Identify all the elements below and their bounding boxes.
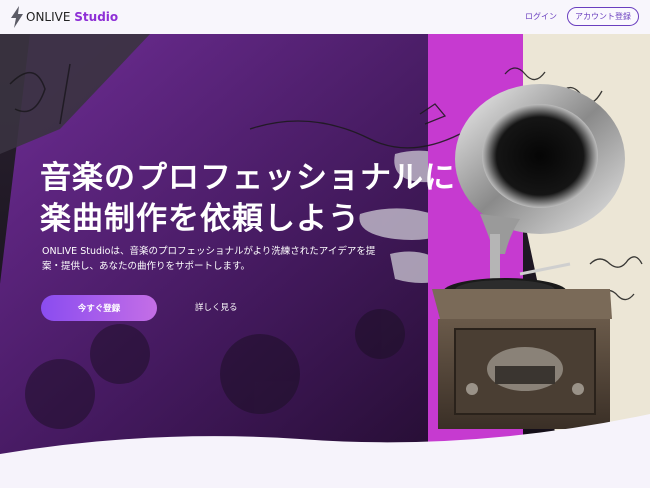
login-link[interactable]: ログイン xyxy=(525,10,557,24)
headline-line-1: 音楽のプロフェッショナルに xyxy=(40,160,456,196)
signup-button[interactable]: アカウント登録 xyxy=(567,7,639,26)
headline-line-2: 楽曲制作を依頼しよう xyxy=(40,201,360,237)
learn-more-link[interactable]: 詳しく見る xyxy=(195,301,238,315)
lightning-bolt-icon xyxy=(11,6,23,28)
register-now-button[interactable]: 今すぐ登録 xyxy=(41,295,157,321)
logo-prefix: ONLIVE xyxy=(26,10,71,24)
hero-headline: 音楽のプロフェッショナルに 楽曲制作を依頼しよう xyxy=(40,158,456,240)
logo-text: ONLIVE Studio xyxy=(26,6,118,28)
lead-line-1: ONLIVE Studioは、音楽のプロフェッショナルがより洗練されたアイデアを… xyxy=(42,246,376,257)
logo-suffix: Studio xyxy=(74,10,119,24)
logo[interactable]: ONLIVE Studio xyxy=(10,6,118,28)
hero-section: 音楽のプロフェッショナルに 楽曲制作を依頼しよう ONLIVE Studioは、… xyxy=(0,34,650,488)
lead-line-2: 案・提供し、あなたの曲作りをサポートします。 xyxy=(42,261,251,272)
site-header: ONLIVE Studio ログイン アカウント登録 xyxy=(0,0,650,34)
hero-lead-text: ONLIVE Studioは、音楽のプロフェッショナルがより洗練されたアイデアを… xyxy=(42,244,402,274)
